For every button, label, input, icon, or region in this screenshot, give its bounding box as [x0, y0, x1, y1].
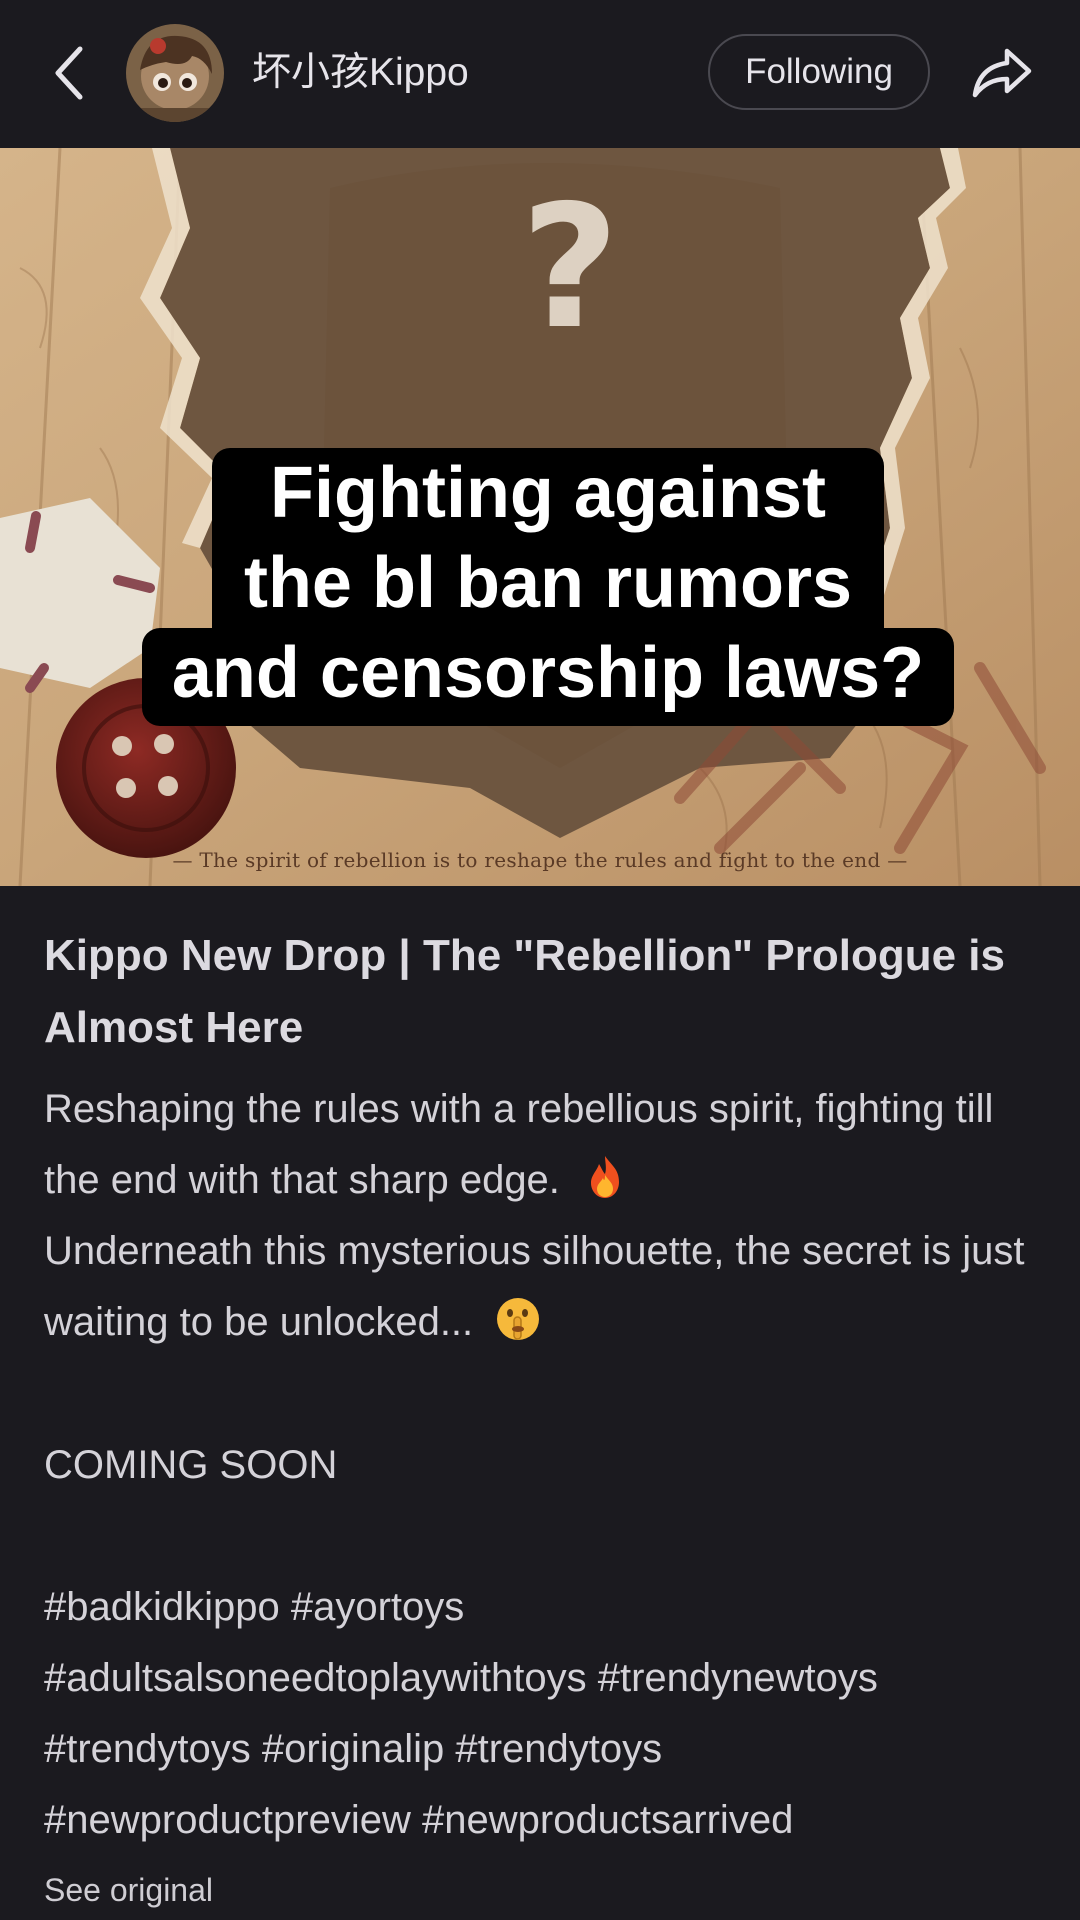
username[interactable]: 坏小孩Kippo [252, 48, 469, 98]
hashtag-link[interactable]: #badkidkippo [44, 1585, 280, 1629]
share-button[interactable] [964, 36, 1038, 110]
body-text-line: Reshaping the rules with a rebellious sp… [44, 1087, 994, 1202]
hashtag-link[interactable]: #trendytoys [44, 1727, 251, 1771]
share-arrow-icon [972, 48, 1032, 98]
chevron-left-icon [55, 46, 83, 100]
shushing-face-emoji-icon [497, 1298, 540, 1340]
post-body: Reshaping the rules with a rebellious sp… [44, 1074, 1044, 1358]
artwork-tagline: — The spirit of rebellion is to reshape … [172, 848, 908, 872]
see-original-link[interactable]: See original [44, 1872, 213, 1909]
hashtag-list: #badkidkippo #ayortoys #adultsalsoneedto… [44, 1572, 1054, 1856]
caption-line: and censorship laws? [142, 628, 954, 726]
post-title: Kippo New Drop | The "Rebellion" Prologu… [44, 931, 1005, 1052]
hashtag-link[interactable]: #originalip [262, 1727, 444, 1771]
hashtag-link[interactable]: #newproductsarrived [422, 1798, 793, 1842]
hashtag-link[interactable]: #trendynewtoys [598, 1656, 878, 1700]
fire-emoji-icon [591, 1156, 620, 1198]
post-header: 坏小孩Kippo Following [0, 0, 1080, 148]
coming-soon-text: COMING SOON [44, 1443, 338, 1487]
avatar[interactable] [126, 24, 224, 122]
hashtag-link[interactable]: #trendytoys [455, 1727, 662, 1771]
hashtag-link[interactable]: #ayortoys [291, 1585, 464, 1629]
caption-line: Fighting against [212, 448, 884, 540]
hashtag-link[interactable]: #adultsalsoneedtoplaywithtoys [44, 1656, 587, 1700]
back-button[interactable] [40, 38, 96, 108]
post-image[interactable]: ? Fighting against the bl ban rumors and… [0, 148, 1080, 886]
hashtag-link[interactable]: #newproductpreview [44, 1798, 411, 1842]
following-button[interactable]: Following [708, 34, 930, 110]
caption-overlay: Fighting against the bl ban rumors and c… [0, 148, 1080, 886]
caption-line: the bl ban rumors [212, 538, 884, 632]
